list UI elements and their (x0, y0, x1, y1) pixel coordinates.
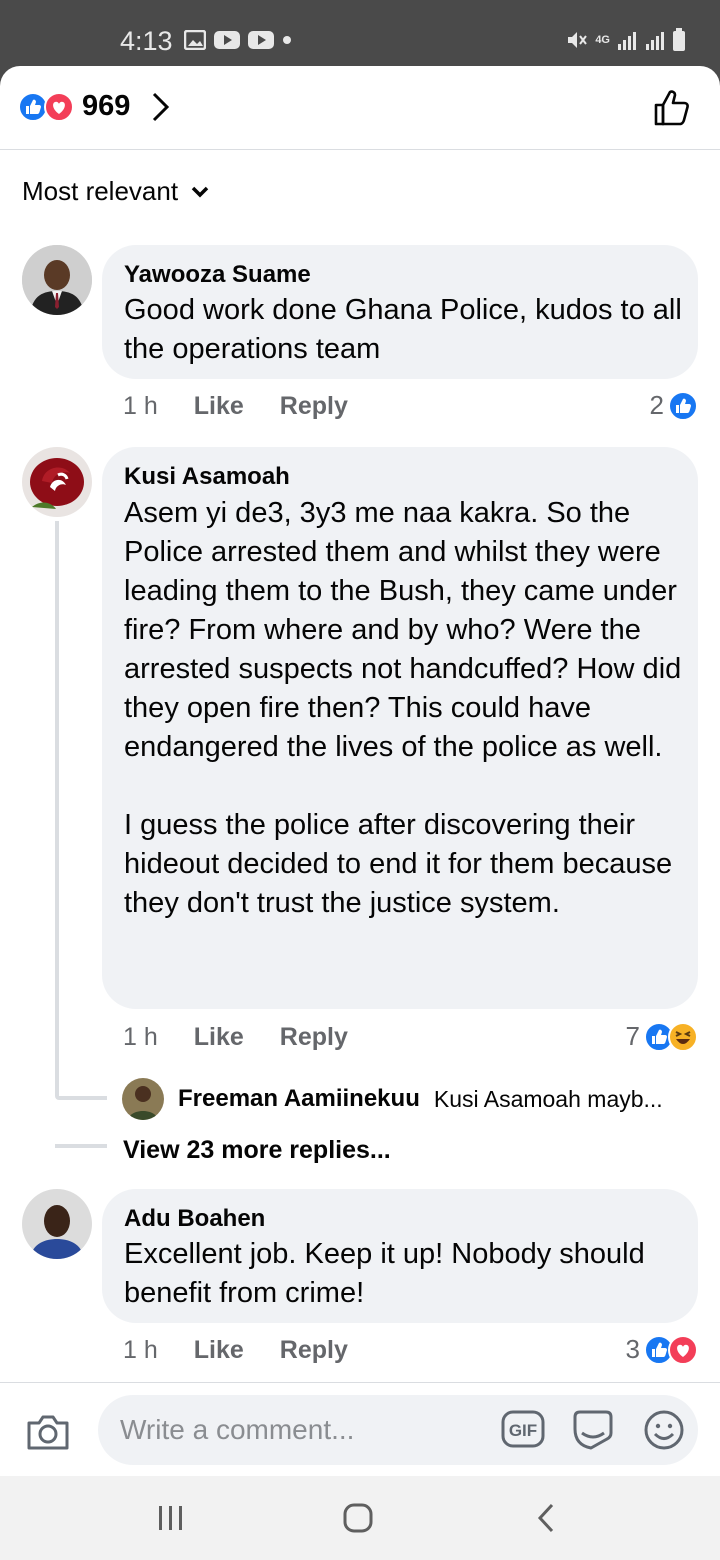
youtube-icon (248, 31, 274, 49)
status-system-icons: 4G (565, 28, 686, 52)
reply-button[interactable]: Reply (280, 1336, 348, 1365)
reply-button[interactable]: Reply (280, 392, 348, 421)
reaction-summary-bar: 969 (0, 66, 720, 150)
gif-icon[interactable]: GIF (501, 1409, 545, 1449)
reaction-count: 3 (625, 1334, 640, 1364)
network-type: 4G (595, 33, 610, 46)
avatar[interactable] (22, 245, 92, 315)
like-button[interactable]: Like (194, 1023, 244, 1052)
reaction-summary[interactable] (18, 92, 78, 122)
sort-dropdown[interactable]: Most relevant (22, 176, 210, 207)
like-button[interactable]: Like (194, 1336, 244, 1365)
like-button[interactable]: Like (194, 392, 244, 421)
comment-composer: GIF (0, 1382, 720, 1476)
comment-reactions[interactable]: 3 (626, 1334, 698, 1365)
reaction-count[interactable]: 969 (82, 90, 130, 123)
mute-icon (568, 32, 588, 48)
comment-time[interactable]: 1 h (123, 392, 158, 421)
comment-bubble[interactable]: Yawooza Suame Good work done Ghana Polic… (102, 245, 698, 379)
battery-icon (673, 28, 685, 51)
gif-label: GIF (509, 1421, 537, 1440)
dot-icon (283, 36, 291, 44)
sticker-icon[interactable] (571, 1409, 615, 1451)
thread-line (55, 1096, 107, 1100)
comments-sheet: 969 Most relevant Yawooza Suame Good wor… (0, 66, 720, 1476)
view-more-replies-link[interactable]: View 23 more replies... (123, 1136, 391, 1165)
thread-line (55, 1144, 107, 1148)
avatar[interactable] (22, 447, 92, 517)
emoji-icon[interactable] (643, 1409, 685, 1451)
reply-author[interactable]: Freeman Aamiinekuu (178, 1085, 420, 1113)
status-time: 4:13 (120, 26, 173, 56)
haha-reaction-icon (668, 1021, 698, 1052)
comment-text: Asem yi de3, 3y3 me naa kakra. So the Po… (124, 497, 682, 919)
reaction-count: 2 (649, 390, 664, 420)
comment-author[interactable]: Yawooza Suame (124, 261, 311, 289)
comment-bubble[interactable]: Adu Boahen Excellent job. Keep it up! No… (102, 1189, 698, 1323)
comment-text: Good work done Ghana Police, kudos to al… (124, 294, 682, 365)
comment-reactions[interactable]: 7 (626, 1021, 698, 1052)
chevron-right-icon[interactable] (150, 90, 172, 124)
image-icon (184, 30, 206, 50)
comment-actions: 1 h Like Reply (123, 392, 348, 421)
signal-icon (646, 32, 664, 50)
reply-snippet: Kusi Asamoah mayb... (433, 1085, 663, 1112)
system-navigation-bar (0, 1476, 720, 1560)
thumbs-up-icon[interactable] (652, 88, 692, 128)
status-notifications (184, 30, 292, 50)
love-reaction-icon (668, 1334, 698, 1365)
comment-actions: 1 h Like Reply (123, 1023, 348, 1052)
camera-icon[interactable] (26, 1413, 70, 1451)
love-reaction-icon (44, 92, 74, 122)
reaction-count: 7 (625, 1021, 640, 1051)
comment-actions: 1 h Like Reply (123, 1336, 348, 1365)
comment-text: Excellent job. Keep it up! Nobody should… (124, 1238, 645, 1309)
comment-author[interactable]: Adu Boahen (124, 1205, 265, 1233)
avatar[interactable] (122, 1078, 164, 1120)
comment-time[interactable]: 1 h (123, 1336, 158, 1365)
back-icon[interactable] (536, 1502, 556, 1534)
chevron-down-icon (191, 186, 209, 197)
avatar[interactable] (22, 1189, 92, 1259)
comment-author[interactable]: Kusi Asamoah (124, 463, 290, 491)
recents-icon[interactable] (156, 1504, 186, 1532)
youtube-icon (214, 31, 240, 49)
signal-icon (618, 32, 636, 50)
status-bar: 4:13 4G (0, 0, 720, 66)
comment-bubble[interactable]: Kusi Asamoah Asem yi de3, 3y3 me naa kak… (102, 447, 698, 1009)
reply-preview[interactable]: Freeman Aamiinekuu Kusi Asamoah mayb... (122, 1078, 663, 1120)
thread-line (55, 521, 59, 1096)
sort-label: Most relevant (22, 176, 179, 206)
comment-time[interactable]: 1 h (123, 1023, 158, 1052)
like-reaction-icon (668, 390, 698, 421)
home-icon[interactable] (342, 1502, 374, 1534)
reply-button[interactable]: Reply (280, 1023, 348, 1052)
comment-reactions[interactable]: 2 (650, 390, 698, 421)
